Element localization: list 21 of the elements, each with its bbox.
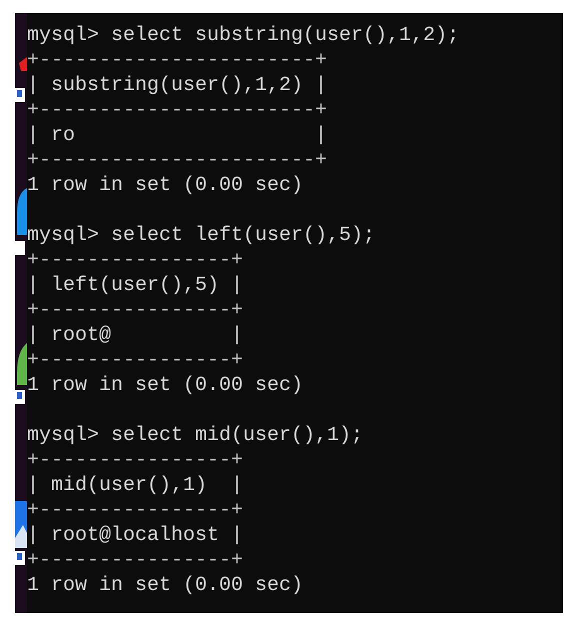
status-line: 1 row in set (0.00 sec) xyxy=(27,373,304,398)
table-border: +-----------------------+ xyxy=(27,48,328,73)
table-border: +----------------+ xyxy=(27,548,244,573)
table-border: +----------------+ xyxy=(27,298,244,323)
command-line: mysql> select substring(user(),1,2); xyxy=(27,23,460,48)
result-row: | root@ | xyxy=(27,323,244,348)
result-row: | root@localhost | xyxy=(27,523,244,548)
command-line: mysql> select left(user(),5); xyxy=(27,223,376,248)
column-header: | left(user(),5) | xyxy=(27,273,244,298)
table-border: +-----------------------+ xyxy=(27,148,328,173)
column-header: | mid(user(),1) | xyxy=(27,473,244,498)
table-border: +-----------------------+ xyxy=(27,98,328,123)
table-border: +----------------+ xyxy=(27,498,244,523)
status-line: 1 row in set (0.00 sec) xyxy=(27,573,304,598)
command-line: mysql> select mid(user(),1); xyxy=(27,423,364,448)
table-border: +----------------+ xyxy=(27,448,244,473)
result-row: | ro | xyxy=(27,123,328,148)
table-border: +----------------+ xyxy=(27,248,244,273)
table-border: +----------------+ xyxy=(27,348,244,373)
column-header: | substring(user(),1,2) | xyxy=(27,73,328,98)
status-line: 1 row in set (0.00 sec) xyxy=(27,173,304,198)
